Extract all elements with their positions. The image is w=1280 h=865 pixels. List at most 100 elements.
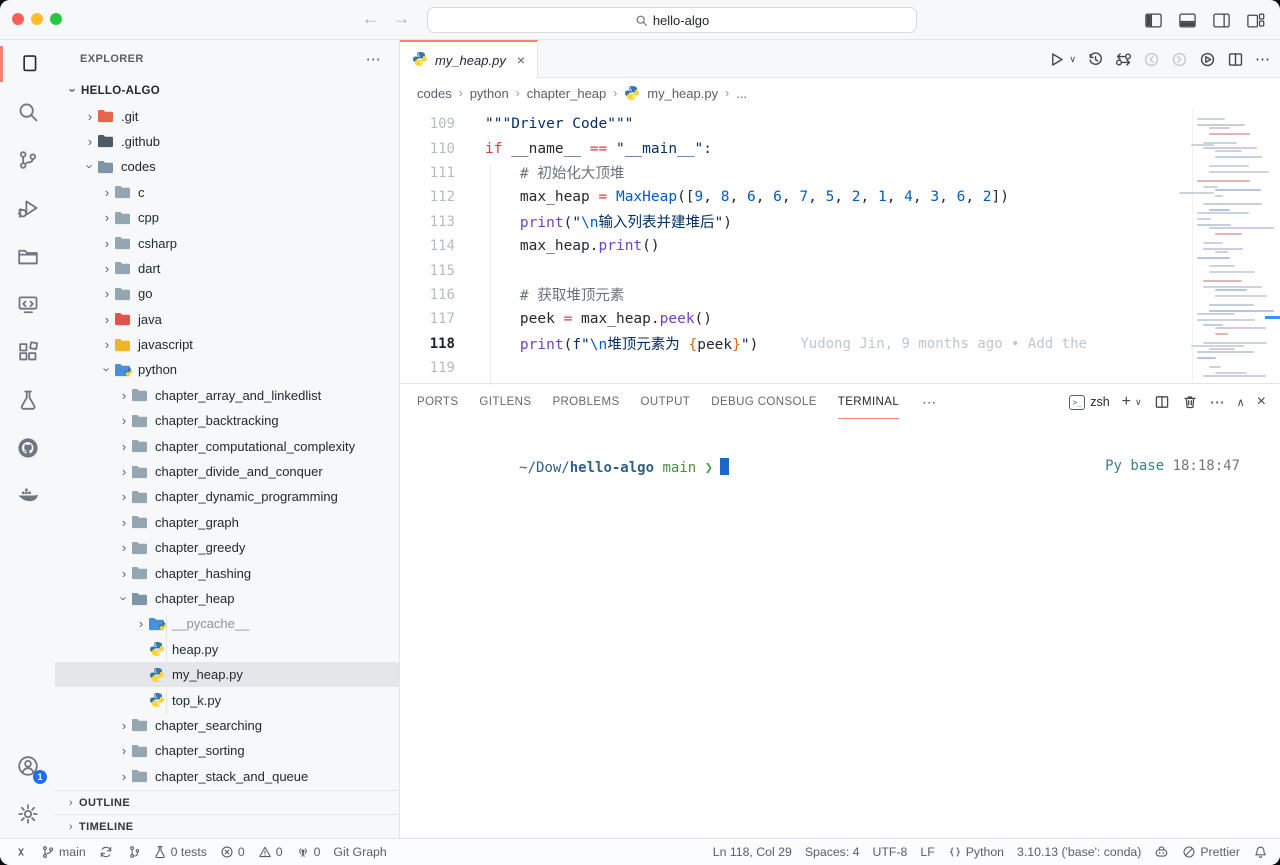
- breadcrumb-item[interactable]: chapter_heap: [527, 86, 607, 101]
- breadcrumb-item[interactable]: codes: [417, 86, 452, 101]
- tree-item-python[interactable]: ›python: [55, 357, 399, 382]
- code-line-112[interactable]: 112 max_heap = MaxHeap([9, 8, 6, 6, 7, 5…: [400, 185, 1192, 209]
- tab-my-heap[interactable]: my_heap.py ×: [400, 40, 538, 78]
- tree-item-my_heap.py[interactable]: my_heap.py: [55, 662, 399, 687]
- code-line-109[interactable]: 109"""Driver Code""": [400, 112, 1192, 136]
- minimap[interactable]: [1192, 108, 1280, 383]
- run-dropdown-icon[interactable]: ∨: [1069, 54, 1076, 65]
- code-line-116[interactable]: 116 # 获取堆顶元素: [400, 283, 1192, 307]
- code-editor[interactable]: 109"""Driver Code"""110if __name__ == "_…: [400, 108, 1280, 383]
- status-indentation[interactable]: Spaces: 4: [805, 845, 860, 859]
- panel-more-actions-icon[interactable]: ⋯: [1210, 393, 1225, 411]
- status-problems-errors[interactable]: 0: [220, 845, 245, 859]
- sidebar-section-outline[interactable]: ›OUTLINE: [55, 790, 399, 814]
- activity-project-folder-icon[interactable]: [0, 232, 55, 280]
- activity-testing-icon[interactable]: [0, 376, 55, 424]
- code-line-118[interactable]: 118 print(f"\n堆顶元素为 {peek}")Yudong Jin, …: [400, 332, 1192, 356]
- tree-item-chapter_greedy[interactable]: ›chapter_greedy: [55, 535, 399, 560]
- status-remote-indicator[interactable]: [14, 845, 28, 859]
- activity-run-debug-icon[interactable]: [0, 184, 55, 232]
- status-prettier[interactable]: Prettier: [1182, 845, 1240, 859]
- code-line-113[interactable]: 113 print("\n输入列表并建堆后"): [400, 210, 1192, 234]
- toggle-secondary-sidebar-icon[interactable]: [1210, 9, 1232, 31]
- tree-item-__pycache__[interactable]: ›__pycache__: [55, 611, 399, 636]
- panel-tabs-more-icon[interactable]: ⋯: [922, 394, 936, 411]
- terminal-dropdown-icon[interactable]: ∨: [1135, 397, 1142, 408]
- tree-item-chapter_hashing[interactable]: ›chapter_hashing: [55, 560, 399, 585]
- panel-tab-output[interactable]: OUTPUT: [641, 385, 691, 419]
- command-center-search[interactable]: hello-algo: [427, 7, 917, 33]
- tree-item-chapter_dynamic_programming[interactable]: ›chapter_dynamic_programming: [55, 484, 399, 509]
- previous-change-icon[interactable]: [1143, 51, 1160, 68]
- new-terminal-icon[interactable]: +: [1122, 393, 1131, 411]
- explorer-more-actions-icon[interactable]: ⋯: [366, 50, 381, 68]
- tree-item-c[interactable]: ›c: [55, 180, 399, 205]
- back-arrow-icon[interactable]: ←: [362, 9, 379, 29]
- tree-item-dart[interactable]: ›dart: [55, 256, 399, 281]
- activity-explorer-icon[interactable]: [0, 40, 55, 88]
- terminal[interactable]: ~/Dow/hello-algo main ❯ Py base 18:18:47: [400, 420, 1280, 838]
- status-git-graph[interactable]: Git Graph: [333, 845, 386, 859]
- sidebar-section-timeline[interactable]: ›TIMELINE: [55, 814, 399, 838]
- activity-remote-explorer-icon[interactable]: [0, 280, 55, 328]
- breadcrumb-item[interactable]: ...: [736, 86, 747, 101]
- activity-search-icon[interactable]: [0, 88, 55, 136]
- tree-item-chapter_backtracking[interactable]: ›chapter_backtracking: [55, 408, 399, 433]
- tree-item-java[interactable]: ›java: [55, 307, 399, 332]
- tree-item-chapter_divide_and_conquer[interactable]: ›chapter_divide_and_conquer: [55, 459, 399, 484]
- status-problems-warnings[interactable]: 0: [258, 845, 283, 859]
- tree-item-chapter_graph[interactable]: ›chapter_graph: [55, 510, 399, 535]
- activity-settings-icon[interactable]: [0, 790, 55, 838]
- minimize-window-button[interactable]: [31, 13, 43, 25]
- tree-item-chapter_heap[interactable]: ›chapter_heap: [55, 586, 399, 611]
- status-python-interpreter[interactable]: 3.10.13 ('base': conda): [1017, 845, 1141, 859]
- tree-item-chapter_array_and_linkedlist[interactable]: ›chapter_array_and_linkedlist: [55, 383, 399, 408]
- kill-terminal-icon[interactable]: [1182, 394, 1198, 410]
- activity-docker-icon[interactable]: [0, 472, 55, 520]
- open-changes-icon[interactable]: [1115, 51, 1132, 68]
- close-tab-icon[interactable]: ×: [517, 52, 525, 68]
- code-line-114[interactable]: 114 max_heap.print(): [400, 234, 1192, 258]
- tree-item-.github[interactable]: ›.github: [55, 129, 399, 154]
- customize-layout-icon[interactable]: [1244, 9, 1266, 31]
- status-cursor-position[interactable]: Ln 118, Col 29: [713, 845, 792, 859]
- status-copilot[interactable]: [1154, 845, 1169, 860]
- panel-tab-terminal[interactable]: TERMINAL: [838, 385, 899, 419]
- editor-more-actions-icon[interactable]: ⋯: [1255, 50, 1270, 68]
- status-git-branch[interactable]: main: [41, 845, 86, 859]
- activity-github-icon[interactable]: [0, 424, 55, 472]
- status-ports-forwarded[interactable]: 0: [296, 845, 321, 859]
- tree-item-chapter_sorting[interactable]: ›chapter_sorting: [55, 738, 399, 763]
- run-python-file-icon[interactable]: [1048, 51, 1065, 68]
- status-language-mode[interactable]: Python: [948, 845, 1004, 859]
- activity-accounts-icon[interactable]: 1: [0, 742, 55, 790]
- split-editor-icon[interactable]: [1227, 51, 1244, 68]
- panel-tab-gitlens[interactable]: GITLENS: [479, 385, 531, 419]
- split-terminal-icon[interactable]: [1154, 394, 1170, 410]
- tree-item-csharp[interactable]: ›csharp: [55, 230, 399, 255]
- terminal-shell-selector[interactable]: >_zsh: [1069, 395, 1109, 410]
- tree-item-chapter_computational_complexity[interactable]: ›chapter_computational_complexity: [55, 433, 399, 458]
- code-line-111[interactable]: 111 # 初始化大顶堆: [400, 161, 1192, 185]
- tree-item-cpp[interactable]: ›cpp: [55, 205, 399, 230]
- code-line-119[interactable]: 119: [400, 356, 1192, 380]
- breadcrumb-item[interactable]: my_heap.py: [647, 86, 718, 101]
- next-change-icon[interactable]: [1171, 51, 1188, 68]
- status-commit-graph[interactable]: [126, 845, 140, 859]
- breadcrumb-item[interactable]: python: [470, 86, 509, 101]
- status-test-results[interactable]: 0 tests: [153, 845, 207, 859]
- tree-item-codes[interactable]: ›codes: [55, 154, 399, 179]
- forward-arrow-icon[interactable]: →: [393, 9, 410, 29]
- status-eol[interactable]: LF: [920, 845, 934, 859]
- file-history-icon[interactable]: [1087, 51, 1104, 68]
- tree-item-heap.py[interactable]: heap.py: [55, 637, 399, 662]
- tree-item-top_k.py[interactable]: top_k.py: [55, 687, 399, 712]
- activity-extensions-icon[interactable]: [0, 328, 55, 376]
- activity-source-control-icon[interactable]: [0, 136, 55, 184]
- tree-item-chapter_searching[interactable]: ›chapter_searching: [55, 713, 399, 738]
- status-sync-changes[interactable]: [99, 845, 113, 859]
- tree-item-go[interactable]: ›go: [55, 281, 399, 306]
- zoom-window-button[interactable]: [50, 13, 62, 25]
- tree-item-.git[interactable]: ›.git: [55, 103, 399, 128]
- code-line-115[interactable]: 115: [400, 258, 1192, 282]
